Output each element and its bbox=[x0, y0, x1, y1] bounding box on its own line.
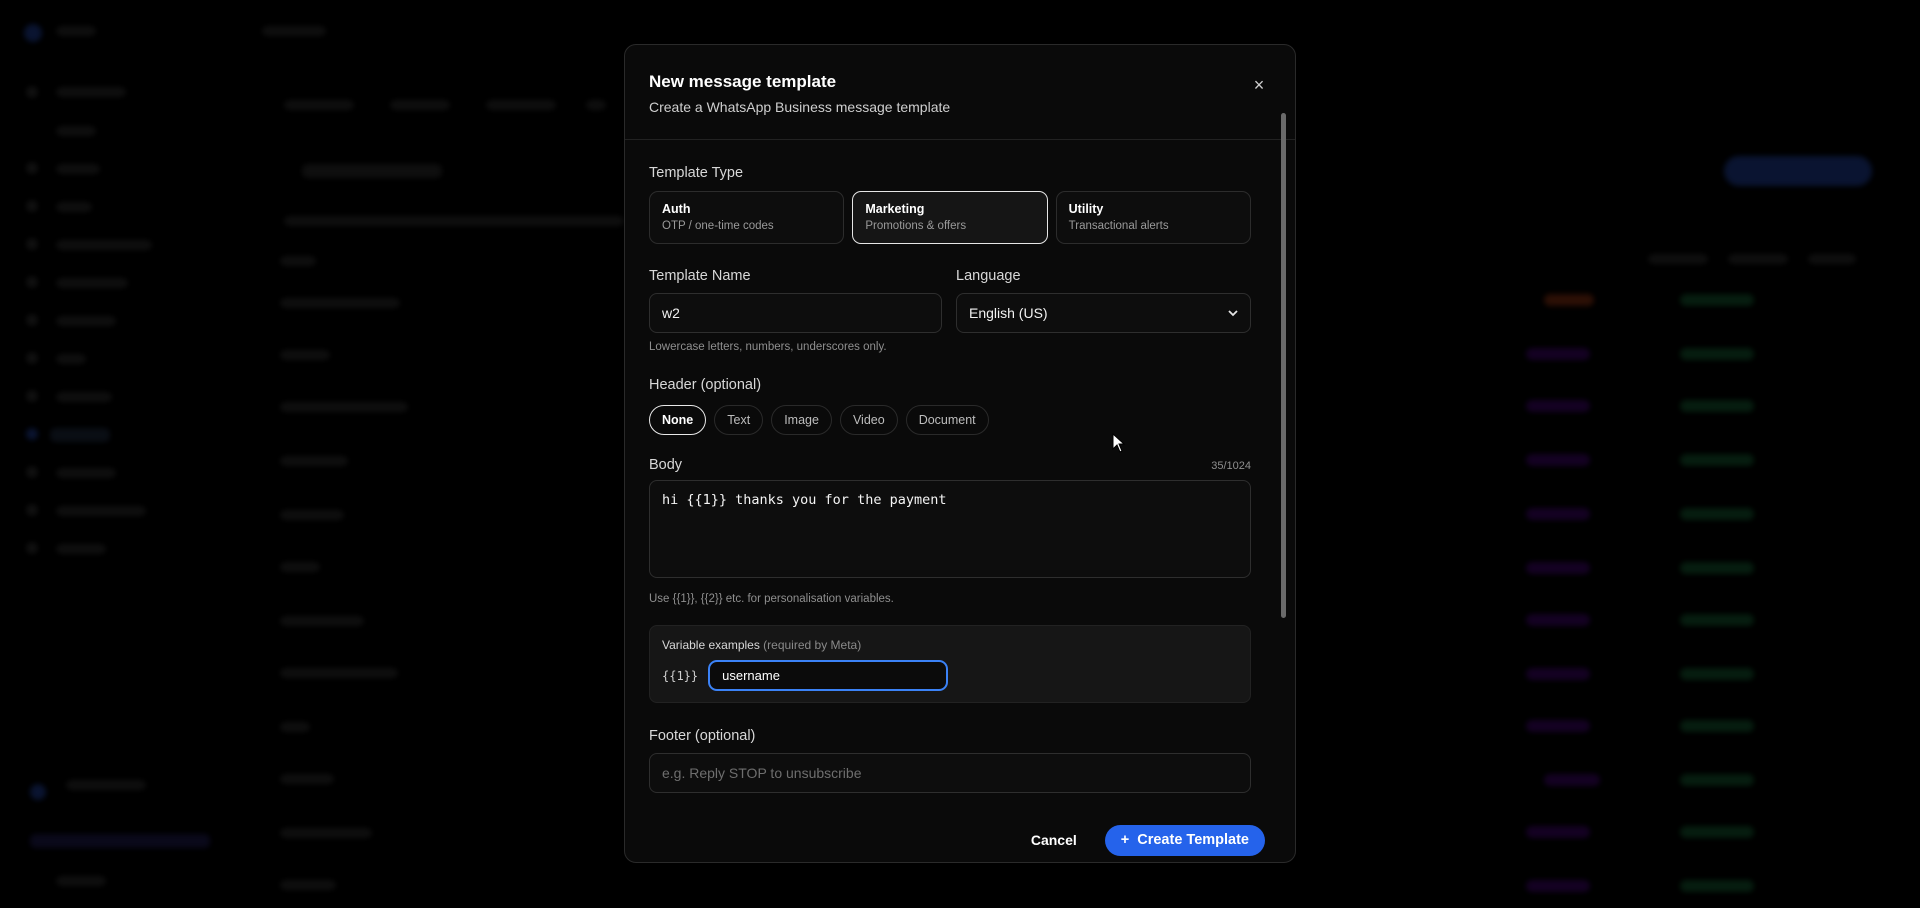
template-type-label: Template Type bbox=[649, 165, 744, 181]
modal-subtitle: Create a WhatsApp Business message templ… bbox=[649, 99, 951, 115]
header-option-text[interactable]: Text bbox=[714, 405, 764, 435]
template-type-auth[interactable]: Auth OTP / one-time codes bbox=[649, 191, 845, 244]
body-header: Body 35/1024 bbox=[649, 457, 1251, 473]
body-label: Body bbox=[649, 457, 683, 473]
template-type-subtitle: Transactional alerts bbox=[1068, 220, 1169, 232]
create-template-label: Create Template bbox=[1137, 832, 1249, 848]
variable-row: {{1}} username bbox=[662, 660, 1238, 691]
mouse-cursor-icon bbox=[1112, 432, 1126, 458]
template-type-utility[interactable]: Utility Transactional alerts bbox=[1055, 191, 1251, 244]
body-hint: Use {{1}}, {{2}} etc. for personalisatio… bbox=[649, 593, 894, 605]
template-name-hint: Lowercase letters, numbers, underscores … bbox=[649, 341, 887, 353]
header-label: Header (optional) bbox=[649, 377, 762, 393]
modal-title: New message template bbox=[649, 72, 837, 91]
variable-examples-panel: Variable examples (required by Meta) {{1… bbox=[649, 625, 1251, 703]
template-type-marketing[interactable]: Marketing Promotions & offers bbox=[852, 191, 1048, 244]
modal-header: New message template Create a WhatsApp B… bbox=[625, 45, 1295, 140]
create-template-button[interactable]: + Create Template bbox=[1104, 824, 1265, 856]
new-template-modal: New message template Create a WhatsApp B… bbox=[624, 44, 1296, 863]
modal-body: Template Type Auth OTP / one-time codes … bbox=[625, 141, 1295, 862]
template-type-title: Marketing bbox=[865, 202, 925, 216]
template-name-input[interactable]: w2 bbox=[649, 293, 942, 333]
template-type-options: Auth OTP / one-time codes Marketing Prom… bbox=[649, 191, 1251, 244]
template-type-subtitle: OTP / one-time codes bbox=[662, 220, 774, 232]
language-select[interactable]: English (US) bbox=[956, 293, 1251, 333]
language-value: English (US) bbox=[969, 305, 1048, 321]
variable-examples-note: (required by Meta) bbox=[763, 638, 862, 652]
variable-key: {{1}} bbox=[662, 668, 699, 683]
header-option-image[interactable]: Image bbox=[771, 405, 832, 435]
footer-label: Footer (optional) bbox=[649, 728, 756, 744]
chevron-down-icon bbox=[1228, 306, 1238, 320]
template-type-subtitle: Promotions & offers bbox=[865, 220, 967, 232]
cancel-button[interactable]: Cancel bbox=[1016, 824, 1091, 856]
close-icon[interactable]: × bbox=[1249, 75, 1269, 95]
header-option-document[interactable]: Document bbox=[905, 405, 989, 435]
body-textarea[interactable]: hi {{1}} thanks you for the payment bbox=[649, 480, 1251, 578]
header-option-video[interactable]: Video bbox=[839, 405, 898, 435]
modal-scrollbar[interactable] bbox=[1281, 113, 1286, 618]
language-group: Language English (US) bbox=[956, 268, 1251, 353]
header-option-none[interactable]: None bbox=[649, 405, 707, 435]
name-language-row: Template Name w2 Lowercase letters, numb… bbox=[649, 268, 1251, 353]
variable-examples-title: Variable examples (required by Meta) bbox=[662, 638, 1238, 652]
variable-examples-title-text: Variable examples bbox=[662, 638, 760, 652]
footer-input[interactable]: e.g. Reply STOP to unsubscribe bbox=[649, 753, 1251, 793]
language-label: Language bbox=[956, 268, 1021, 284]
modal-footer: Cancel + Create Template bbox=[625, 818, 1295, 862]
template-name-group: Template Name w2 Lowercase letters, numb… bbox=[649, 268, 942, 353]
plus-icon: + bbox=[1120, 832, 1130, 848]
template-type-title: Auth bbox=[662, 202, 691, 216]
body-char-counter: 35/1024 bbox=[1211, 460, 1251, 472]
variable-example-input[interactable]: username bbox=[708, 660, 949, 691]
template-type-title: Utility bbox=[1068, 202, 1104, 216]
header-options: None Text Image Video Document bbox=[649, 405, 1251, 435]
template-name-label: Template Name bbox=[649, 268, 751, 284]
